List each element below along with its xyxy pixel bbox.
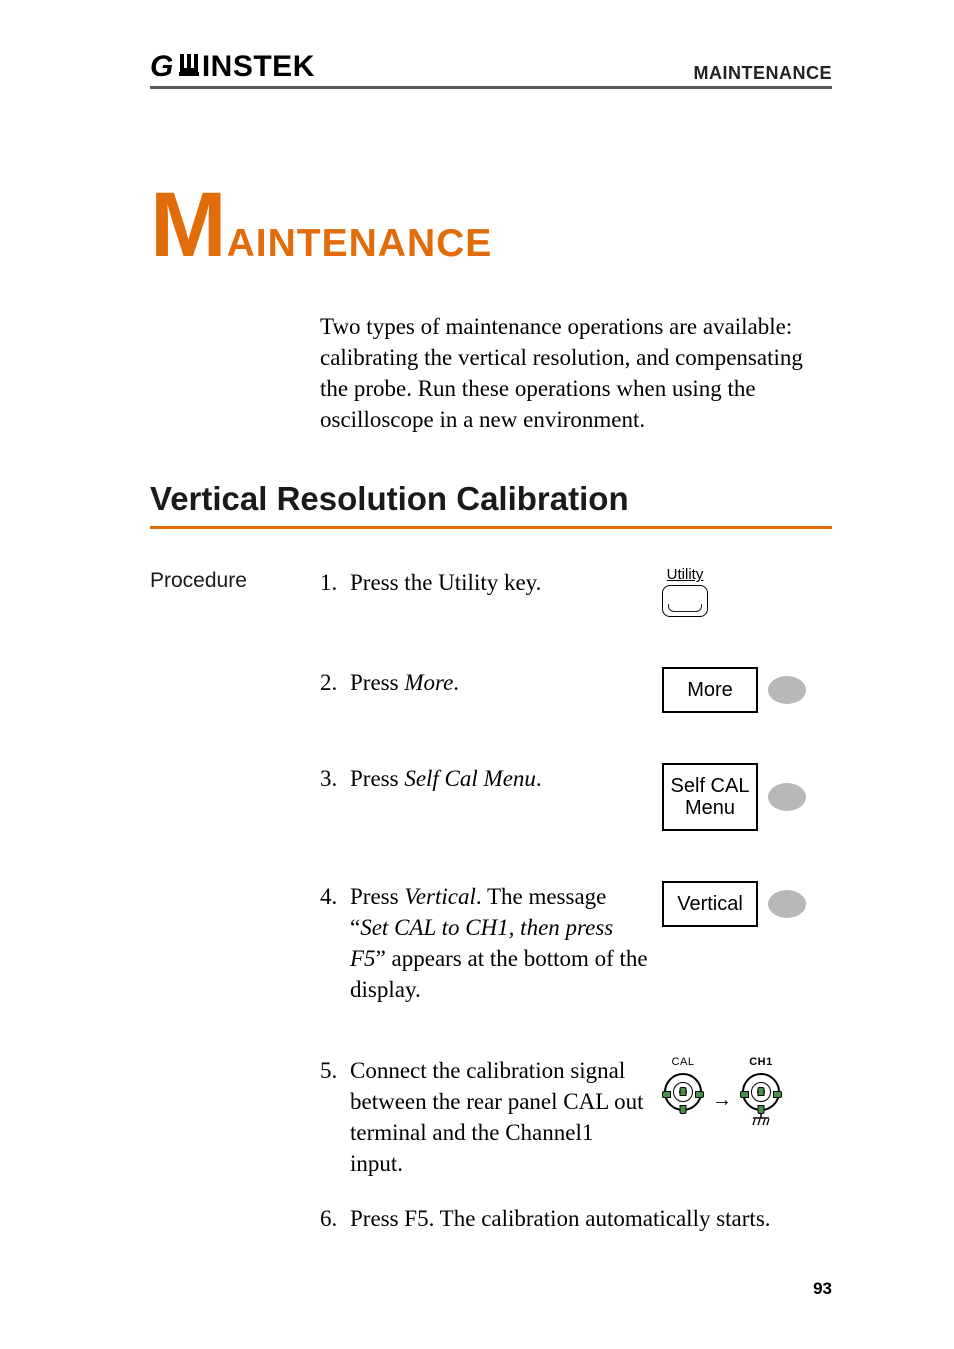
bnc-cal-label: CAL (662, 1055, 704, 1070)
step-text: Press F5. The calibration automatically … (350, 1203, 832, 1234)
brand-suffix: INSTEK (202, 50, 315, 84)
chapter-rest: AINTENANCE (227, 224, 493, 263)
txt: Press (350, 670, 404, 695)
txt: ” appears at the bottom of the display. (350, 946, 648, 1002)
softkey-more: More (662, 667, 758, 713)
step-text: Press Vertical. The message “Set CAL to … (350, 881, 662, 1005)
step-text: Connect the calibration signal between t… (350, 1055, 662, 1179)
step-text: Press Self Cal Menu. (350, 763, 662, 794)
arrow-right-icon: → (708, 1087, 736, 1114)
intro-paragraph: Two types of maintenance operations are … (320, 311, 832, 435)
utility-key-label: Utility (662, 567, 708, 583)
txt-em: More (404, 670, 453, 695)
brand-prefix: G (150, 50, 174, 84)
step-number: 5. (320, 1055, 350, 1086)
procedure-steps: 1. Press the Utility key. Utility 2. Pre… (320, 567, 832, 1284)
step-graphic: More (662, 667, 832, 713)
knob-icon (768, 676, 806, 704)
txt: . (536, 766, 542, 791)
chapter-big-letter: M (150, 179, 227, 271)
step-graphic: Vertical (662, 881, 832, 927)
procedure-label: Procedure (150, 567, 320, 593)
page-number: 93 (813, 1279, 832, 1299)
chapter-title: MAINTENANCE (150, 179, 832, 271)
step-number: 2. (320, 667, 350, 698)
step-row: 5. Connect the calibration signal betwee… (320, 1055, 832, 1179)
brand-logo: G INSTEK (150, 50, 315, 84)
brand-glyph-icon (176, 54, 200, 76)
step-graphic: Utility (662, 567, 832, 617)
bnc-ch1-label: CH1 (740, 1055, 782, 1070)
softkey-self-cal-menu: Self CAL Menu (662, 763, 758, 831)
txt: Press (350, 884, 404, 909)
step-number: 4. (320, 881, 350, 912)
step-number: 6. (320, 1203, 350, 1234)
knob-icon (768, 783, 806, 811)
step-text: Press the Utility key. (350, 567, 662, 598)
step-row: 1. Press the Utility key. Utility (320, 567, 832, 617)
ground-icon (740, 1113, 782, 1127)
step-row: 3. Press Self Cal Menu. Self CAL Menu (320, 763, 832, 831)
knob-icon (768, 890, 806, 918)
section-heading: Vertical Resolution Calibration (150, 480, 832, 529)
step-graphic: CAL → CH1 (662, 1055, 832, 1127)
step-graphic: Self CAL Menu (662, 763, 832, 831)
softkey-vertical: Vertical (662, 881, 758, 927)
step-number: 1. (320, 567, 350, 598)
bnc-ch1-icon: CH1 (740, 1055, 782, 1127)
utility-key-icon: Utility (662, 567, 708, 617)
step-row: 6. Press F5. The calibration automatical… (320, 1203, 832, 1234)
step-row: 4. Press Vertical. The message “Set CAL … (320, 881, 832, 1005)
page-header: G INSTEK MAINTENANCE (150, 50, 832, 89)
txt-em: Self Cal Menu (404, 766, 536, 791)
txt: Press (350, 766, 404, 791)
bnc-cal-icon: CAL (662, 1055, 704, 1111)
procedure-block: Procedure 1. Press the Utility key. Util… (150, 567, 832, 1284)
txt-em: Vertical (404, 884, 476, 909)
step-text: Press More. (350, 667, 662, 698)
step-number: 3. (320, 763, 350, 794)
txt: . (453, 670, 459, 695)
header-section: MAINTENANCE (694, 63, 833, 84)
step-row: 2. Press More. More (320, 667, 832, 713)
